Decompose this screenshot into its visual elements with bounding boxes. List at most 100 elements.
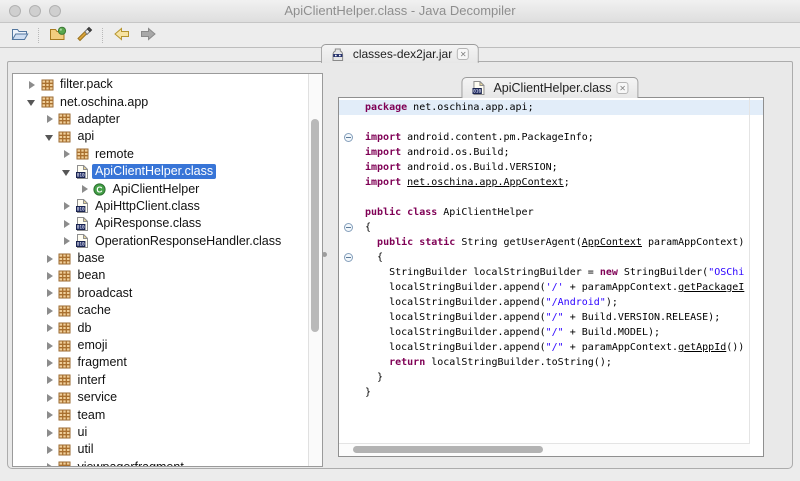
forward-button[interactable] <box>135 25 161 45</box>
chevron-right-icon[interactable] <box>45 323 55 333</box>
close-icon[interactable]: ✕ <box>457 48 470 60</box>
search-button[interactable] <box>71 25 97 45</box>
tree-scrollbar[interactable] <box>308 74 322 466</box>
tree-item-emoji[interactable]: emoji <box>13 337 308 354</box>
fold-collapse-icon[interactable] <box>344 253 353 262</box>
code-line: import android.os.Build.VERSION; <box>339 160 750 175</box>
chevron-right-icon[interactable] <box>45 410 55 420</box>
code-token: { <box>365 252 384 263</box>
chevron-down-icon[interactable] <box>62 167 72 177</box>
code-link[interactable]: AppContext <box>582 237 642 248</box>
chevron-right-icon[interactable] <box>45 428 55 438</box>
chevron-right-icon[interactable] <box>80 184 90 194</box>
code-token: static <box>419 237 456 248</box>
code-token: "/" <box>545 342 564 353</box>
minimize-window-button[interactable] <box>29 5 41 17</box>
tree-item-remote[interactable]: remote <box>13 146 308 163</box>
code-link[interactable]: getAppId <box>678 342 726 353</box>
open-type-button[interactable] <box>45 25 71 45</box>
chevron-right-icon[interactable] <box>45 375 55 385</box>
tree-item-db[interactable]: db <box>13 319 308 336</box>
tree-item-operationresponsehandler-class[interactable]: 010 OperationResponseHandler.class <box>13 233 308 250</box>
tree-item-viewpagerfragment[interactable]: viewpagerfragment <box>13 459 308 466</box>
code-line: import android.content.pm.PackageInfo; <box>339 130 750 145</box>
back-button[interactable] <box>109 25 135 45</box>
tree-item-adapter[interactable]: adapter <box>13 111 308 128</box>
code-horizontal-scrollbar-thumb[interactable] <box>353 446 543 453</box>
code-token: "/" <box>545 327 564 338</box>
code-token: package <box>365 102 408 113</box>
chevron-right-icon[interactable] <box>62 219 72 229</box>
tree-item-fragment[interactable]: fragment <box>13 354 308 371</box>
code-token: import <box>365 162 402 173</box>
fold-collapse-icon[interactable] <box>344 133 353 142</box>
tree-item-apiresponse-class[interactable]: 010 ApiResponse.class <box>13 215 308 232</box>
chevron-right-icon[interactable] <box>45 271 55 281</box>
code-line: return localStringBuilder.toString(); <box>339 355 750 370</box>
code-token: new <box>599 267 618 278</box>
chevron-right-icon[interactable] <box>45 306 55 316</box>
tree-item-service[interactable]: service <box>13 389 308 406</box>
code-token: localStringBuilder.append( <box>365 312 546 323</box>
chevron-right-icon[interactable] <box>45 114 55 124</box>
code-horizontal-scrollbar[interactable] <box>339 443 750 456</box>
tree-item-label: fragment <box>77 355 127 370</box>
code-token: ; <box>563 177 570 188</box>
close-window-button[interactable] <box>9 5 21 17</box>
chevron-right-icon[interactable] <box>62 149 72 159</box>
tree-item-util[interactable]: util <box>13 441 308 458</box>
fold-collapse-icon[interactable] <box>344 223 353 232</box>
package-icon <box>58 304 72 318</box>
chevron-down-icon[interactable] <box>44 132 55 142</box>
code-link[interactable]: net.oschina.app.AppContext <box>407 177 564 188</box>
code-vertical-scrollbar[interactable] <box>749 98 763 444</box>
open-file-button[interactable] <box>7 25 33 45</box>
tree-item-filter-pack[interactable]: filter.pack <box>13 76 308 93</box>
tab-classes-dex2jar-jar[interactable]: classes-dex2jar.jar ✕ <box>320 44 480 63</box>
package-icon <box>58 426 72 440</box>
tree-item-base[interactable]: base <box>13 250 308 267</box>
chevron-right-icon[interactable] <box>45 393 55 403</box>
tree-item-team[interactable]: team <box>13 406 308 423</box>
tree-item-api[interactable]: api <box>13 128 308 145</box>
chevron-right-icon[interactable] <box>62 236 72 246</box>
code-token: "/" <box>545 312 564 323</box>
tree-item-apiclienthelper[interactable]: C ApiClientHelper <box>13 180 308 197</box>
chevron-right-icon[interactable] <box>62 201 72 211</box>
code-line: localStringBuilder.append("/" + paramApp… <box>339 340 750 355</box>
chevron-right-icon[interactable] <box>45 358 55 368</box>
tree-item-cache[interactable]: cache <box>13 302 308 319</box>
classfile-icon: 010 <box>75 216 89 231</box>
code-link[interactable]: getPackageI <box>678 282 744 293</box>
code-token: ()) <box>726 342 745 353</box>
code-line: localStringBuilder.append("/" + Build.MO… <box>339 325 750 340</box>
tree-item-apihttpclient-class[interactable]: 010 ApiHttpClient.class <box>13 198 308 215</box>
code-line: localStringBuilder.append("/" + Build.VE… <box>339 310 750 325</box>
chevron-down-icon[interactable] <box>27 97 37 107</box>
zoom-window-button[interactable] <box>49 5 61 17</box>
splitter-handle[interactable] <box>322 252 327 257</box>
chevron-right-icon[interactable] <box>45 254 55 264</box>
chevron-right-icon[interactable] <box>27 80 37 90</box>
chevron-right-icon[interactable] <box>45 462 55 466</box>
tree-item-bean[interactable]: bean <box>13 267 308 284</box>
window-controls <box>9 5 61 17</box>
tree-item-interf[interactable]: interf <box>13 372 308 389</box>
package-icon <box>58 112 72 126</box>
close-icon[interactable]: ✕ <box>616 82 629 94</box>
tree-item-net-oschina-app[interactable]: net.oschina.app <box>13 93 308 110</box>
tree-item-label: cache <box>77 303 111 318</box>
tree-item-broadcast[interactable]: broadcast <box>13 285 308 302</box>
tree-scrollbar-thumb[interactable] <box>311 119 319 332</box>
tree-item-ui[interactable]: ui <box>13 424 308 441</box>
tree-item-label: broadcast <box>77 285 133 300</box>
chevron-right-icon[interactable] <box>45 288 55 298</box>
chevron-right-icon[interactable] <box>45 341 55 351</box>
code-token: + Build.VERSION.RELEASE); <box>563 312 721 323</box>
tree-item-apiclienthelper-class[interactable]: 010 ApiClientHelper.class <box>13 163 308 180</box>
package-icon <box>58 356 72 370</box>
chevron-right-icon[interactable] <box>45 445 55 455</box>
tab-apiclienthelper-class[interactable]: 010 ApiClientHelper.class ✕ <box>461 77 639 98</box>
